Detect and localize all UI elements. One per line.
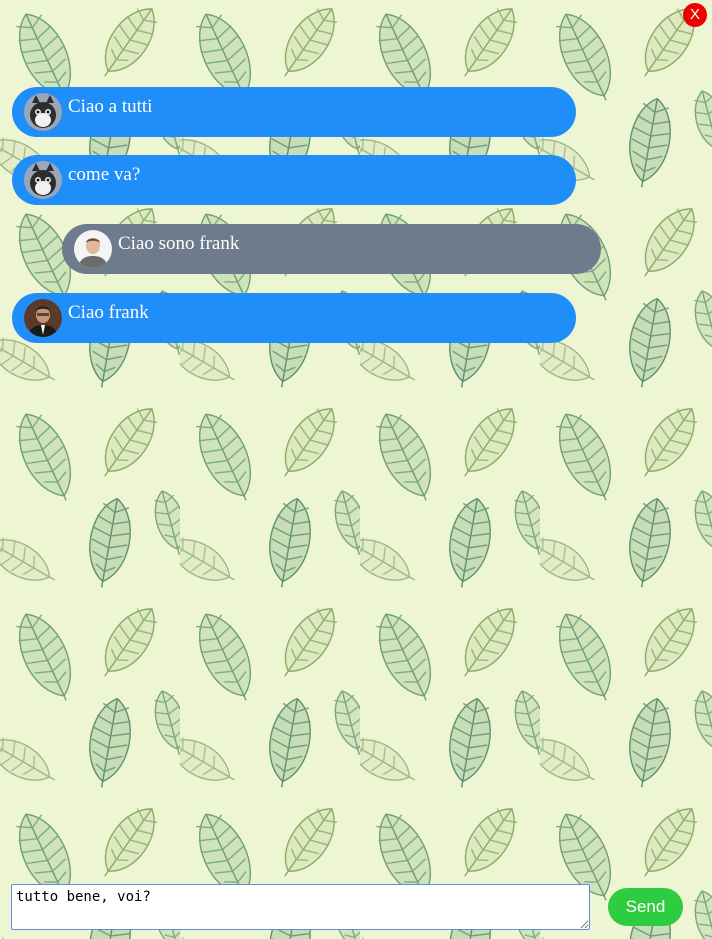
- message-text: come va?: [68, 164, 141, 185]
- message-input[interactable]: [11, 884, 590, 930]
- cat-avatar: [24, 93, 62, 131]
- message-text: Ciao a tutti: [68, 96, 153, 117]
- message-bubble: Ciao frank: [12, 293, 576, 343]
- cat-avatar: [24, 161, 62, 199]
- message-bubble: Ciao a tutti: [12, 87, 576, 137]
- man-gray-shirt-avatar: [74, 230, 112, 268]
- send-button[interactable]: Send: [608, 888, 683, 926]
- message-text: Ciao frank: [68, 302, 149, 323]
- message-bubble-own: Ciao sono frank: [62, 224, 601, 274]
- message-text: Ciao sono frank: [118, 233, 240, 254]
- man-suit-avatar: [24, 299, 62, 337]
- leaf-pattern-background: [0, 0, 712, 939]
- message-bubble: come va?: [12, 155, 576, 205]
- close-button[interactable]: X: [683, 3, 707, 27]
